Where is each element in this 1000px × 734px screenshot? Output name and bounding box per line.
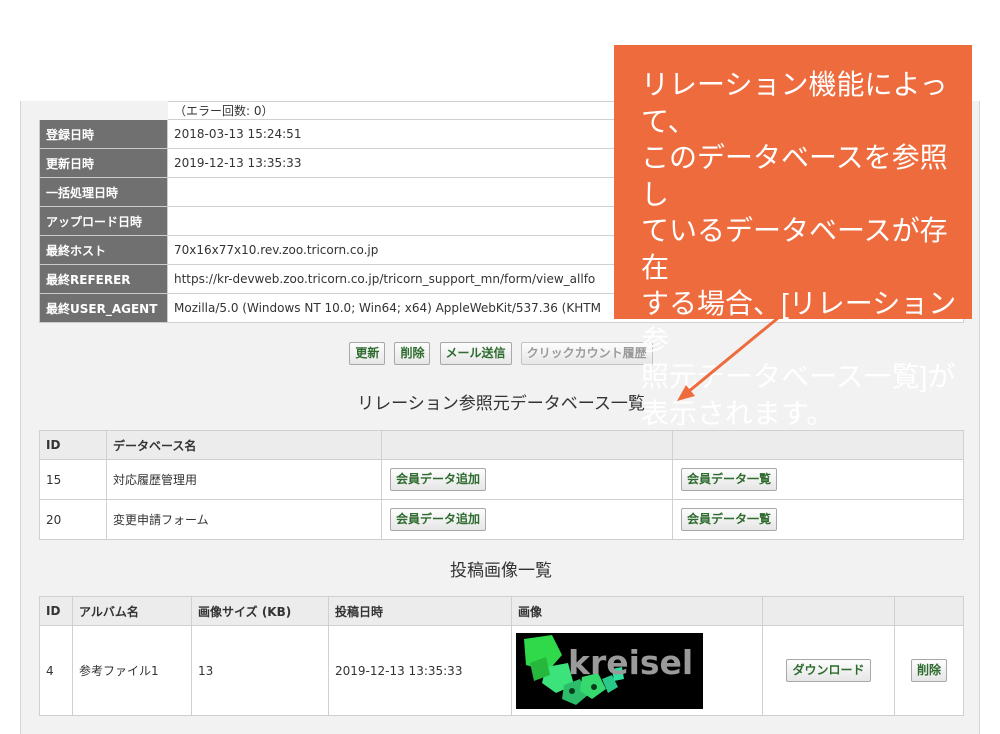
add-member-data-button[interactable]: 会員データ追加 xyxy=(390,468,487,491)
images-section-title: 投稿画像一覧 xyxy=(450,561,552,581)
column-header-id: ID xyxy=(39,596,73,626)
info-label: 一括処理日時 xyxy=(39,177,168,207)
callout-line: ているデータベースが存在 xyxy=(641,215,948,283)
relation-id: 20 xyxy=(39,499,107,540)
column-header-id: ID xyxy=(39,430,107,460)
delete-button[interactable]: 削除 xyxy=(394,342,431,365)
update-button[interactable]: 更新 xyxy=(349,342,386,365)
relation-db-name: 変更申請フォーム xyxy=(106,499,382,540)
column-header-date: 投稿日時 xyxy=(328,596,512,626)
column-header-blank xyxy=(894,596,964,626)
relation-header-row: ID データベース名 xyxy=(39,430,964,460)
column-header-blank xyxy=(762,596,895,626)
table-row: 4 参考ファイル1 13 2019-12-13 13:35:33 kreisel… xyxy=(39,625,964,716)
callout-line: する場合、[リレーション参 xyxy=(641,288,957,356)
image-size: 13 xyxy=(191,625,329,716)
relation-db-name: 対応履歴管理用 xyxy=(106,459,382,500)
callout-line: このデータベースを参照し xyxy=(641,142,948,210)
relation-id: 15 xyxy=(39,459,107,500)
info-label: アップロード日時 xyxy=(39,206,168,236)
kreisel-logo-icon: kreisel xyxy=(524,634,693,705)
album-name: 参考ファイル1 xyxy=(72,625,192,716)
download-button[interactable]: ダウンロード xyxy=(786,659,871,682)
column-header-blank xyxy=(381,430,673,460)
member-data-list-button[interactable]: 会員データ一覧 xyxy=(681,468,778,491)
delete-image-button[interactable]: 削除 xyxy=(910,659,947,682)
column-header-db-name: データベース名 xyxy=(106,430,382,460)
info-label: 最終USER_AGENT xyxy=(39,293,168,323)
click-count-history-button[interactable]: クリックカウント履歴 xyxy=(520,342,653,365)
callout-line: 照元データベース一覧]が xyxy=(641,361,956,392)
info-label: 最終REFERER xyxy=(39,264,168,294)
callout-line: 表示されます。 xyxy=(641,397,835,429)
posted-date: 2019-12-13 13:35:33 xyxy=(328,625,512,716)
relation-table: ID データベース名 15 対応履歴管理用 会員データ追加 会員データ一覧 20… xyxy=(39,430,964,540)
info-label: 更新日時 xyxy=(39,148,168,178)
info-label: 登録日時 xyxy=(39,119,168,149)
member-data-list-button[interactable]: 会員データ一覧 xyxy=(681,508,778,531)
explanation-callout: リレーション機能によって、 このデータベースを参照し ているデータベースが存在 … xyxy=(614,45,972,429)
table-row: 15 対応履歴管理用 会員データ追加 会員データ一覧 xyxy=(39,459,964,500)
column-header-album: アルバム名 xyxy=(72,596,192,626)
logo-text: kreisel xyxy=(568,643,693,682)
callout-line: リレーション機能によって、 xyxy=(641,69,948,137)
image-id: 4 xyxy=(39,625,73,716)
info-label xyxy=(39,101,168,120)
info-label: 最終ホスト xyxy=(39,235,168,265)
column-header-size: 画像サイズ (KB) xyxy=(191,596,329,626)
posted-images-table: ID アルバム名 画像サイズ (KB) 投稿日時 画像 4 参考ファイル1 13… xyxy=(39,596,964,716)
images-header-row: ID アルバム名 画像サイズ (KB) 投稿日時 画像 xyxy=(39,596,964,626)
column-header-blank xyxy=(672,430,964,460)
table-row: 20 変更申請フォーム 会員データ追加 会員データ一覧 xyxy=(39,499,964,540)
column-header-image: 画像 xyxy=(511,596,763,626)
kreisel-logo-image[interactable]: kreisel xyxy=(516,632,703,709)
add-member-data-button[interactable]: 会員データ追加 xyxy=(390,508,487,531)
send-mail-button[interactable]: メール送信 xyxy=(439,342,512,365)
